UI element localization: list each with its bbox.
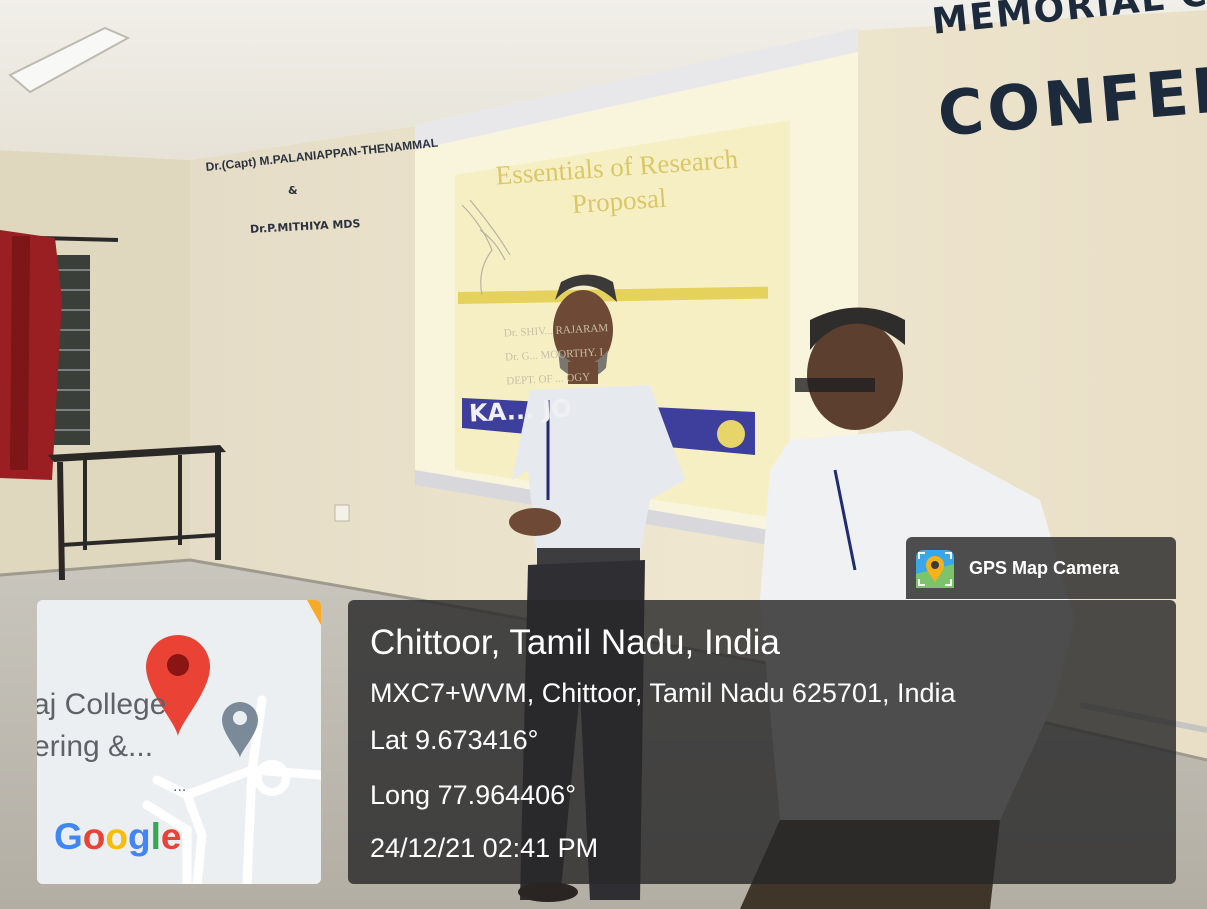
location-datetime: 24/12/21 02:41 PM bbox=[370, 833, 599, 863]
google-logo: Google bbox=[54, 816, 181, 858]
gps-map-camera-label: GPS Map Camera bbox=[969, 558, 1120, 578]
google-logo-letter: l bbox=[150, 816, 161, 857]
red-curtain bbox=[0, 230, 62, 480]
location-address: MXC7+WVM, Chittoor, Tamil Nadu 625701, I… bbox=[370, 678, 956, 708]
wall-plaque-line-2: & bbox=[288, 184, 298, 197]
google-logo-letter: o bbox=[82, 816, 106, 857]
location-longitude: Long 77.964406° bbox=[370, 780, 576, 810]
gps-map-camera-badge: GPS Map Camera bbox=[906, 537, 1176, 599]
location-title: Chittoor, Tamil Nadu, India bbox=[370, 623, 780, 662]
slide-authors: Dr. SHIV... RAJARAM Dr. G... MOORTHY. I … bbox=[503, 311, 716, 394]
slide-logo-text: KA... JO bbox=[468, 394, 573, 428]
google-logo-letter: g bbox=[128, 816, 151, 857]
map-place-label-line-1: aj College bbox=[37, 688, 167, 721]
location-info-card: Chittoor, Tamil Nadu, India MXC7+WVM, Ch… bbox=[348, 600, 1176, 884]
photo-frame: MEMORIAL C CONFEI Dr.(Capt) M.PALANIAPPA… bbox=[0, 0, 1207, 909]
gps-map-camera-icon bbox=[916, 550, 954, 588]
map-place-label-line-2: ering &... bbox=[37, 730, 154, 763]
map-thumbnail[interactable]: aj College ering &... ... Google bbox=[37, 600, 321, 884]
google-logo-letter: G bbox=[54, 816, 83, 857]
location-latitude: Lat 9.673416° bbox=[370, 725, 539, 755]
map-road-dots: ... bbox=[173, 778, 187, 795]
google-logo-letter: o bbox=[105, 816, 128, 857]
google-logo-letter: e bbox=[160, 816, 182, 857]
